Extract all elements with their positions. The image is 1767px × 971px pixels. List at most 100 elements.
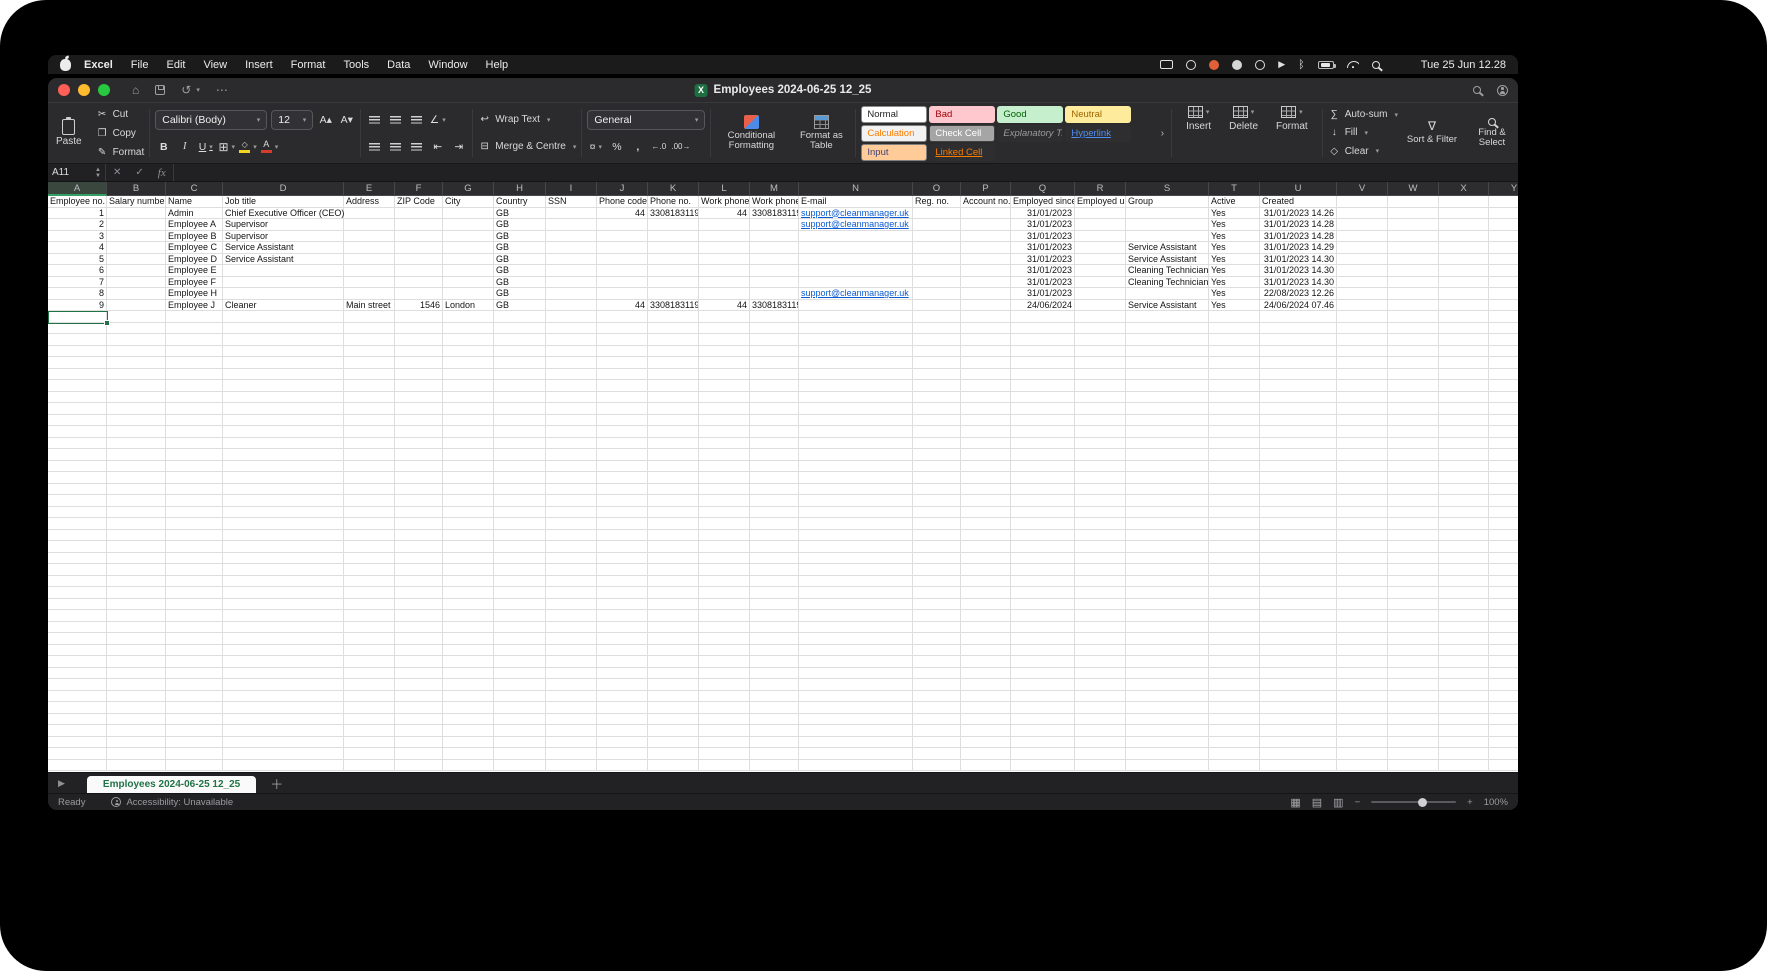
cell-B3[interactable] <box>107 219 166 231</box>
cell-K1[interactable]: Phone no. <box>648 196 699 208</box>
cell-I14[interactable] <box>546 346 597 358</box>
cell-O13[interactable] <box>913 334 961 346</box>
cell-K34[interactable] <box>648 576 699 588</box>
cell-S39[interactable] <box>1126 633 1209 645</box>
column-header-U[interactable]: U <box>1260 182 1337 196</box>
cell-F45[interactable] <box>395 702 443 714</box>
cell-X6[interactable] <box>1439 254 1489 266</box>
cell-X33[interactable] <box>1439 564 1489 576</box>
normal-view-icon[interactable]: ▦ <box>1290 796 1300 809</box>
cell-U5[interactable]: 31/01/2023 14.29 <box>1260 242 1337 254</box>
cell-I4[interactable] <box>546 231 597 243</box>
cell-O35[interactable] <box>913 587 961 599</box>
cell-W30[interactable] <box>1388 530 1439 542</box>
cell-D34[interactable] <box>223 576 344 588</box>
cell-T33[interactable] <box>1209 564 1260 576</box>
cell-I2[interactable] <box>546 208 597 220</box>
cell-X23[interactable] <box>1439 449 1489 461</box>
cell-L20[interactable] <box>699 415 750 427</box>
cell-R3[interactable] <box>1075 219 1126 231</box>
cell-D27[interactable] <box>223 495 344 507</box>
cell-W48[interactable] <box>1388 737 1439 749</box>
cell-T46[interactable] <box>1209 714 1260 726</box>
cell-E39[interactable] <box>344 633 395 645</box>
cell-B19[interactable] <box>107 403 166 415</box>
cell-V40[interactable] <box>1337 645 1388 657</box>
cell-G14[interactable] <box>443 346 494 358</box>
cell-F11[interactable] <box>395 311 443 323</box>
cell-A47[interactable] <box>48 725 107 737</box>
cell-U37[interactable] <box>1260 610 1337 622</box>
cell-H15[interactable] <box>494 357 546 369</box>
cell-P28[interactable] <box>961 507 1011 519</box>
cell-H7[interactable]: GB <box>494 265 546 277</box>
column-header-F[interactable]: F <box>395 182 443 196</box>
cell-I22[interactable] <box>546 438 597 450</box>
cell-S48[interactable] <box>1126 737 1209 749</box>
cell-R17[interactable] <box>1075 380 1126 392</box>
cell-I38[interactable] <box>546 622 597 634</box>
cell-W20[interactable] <box>1388 415 1439 427</box>
cell-W3[interactable] <box>1388 219 1439 231</box>
cell-D48[interactable] <box>223 737 344 749</box>
cell-H2[interactable]: GB <box>494 208 546 220</box>
cell-E24[interactable] <box>344 461 395 473</box>
cell-V4[interactable] <box>1337 231 1388 243</box>
cell-H3[interactable]: GB <box>494 219 546 231</box>
cell-N15[interactable] <box>799 357 913 369</box>
cell-X1[interactable] <box>1439 196 1489 208</box>
cell-O41[interactable] <box>913 656 961 668</box>
cell-B39[interactable] <box>107 633 166 645</box>
cell-H5[interactable]: GB <box>494 242 546 254</box>
cell-N3[interactable]: support@cleanmanager.uk <box>799 219 913 231</box>
cell-R9[interactable] <box>1075 288 1126 300</box>
cell-A36[interactable] <box>48 599 107 611</box>
cell-P40[interactable] <box>961 645 1011 657</box>
cell-I44[interactable] <box>546 691 597 703</box>
cell-G9[interactable] <box>443 288 494 300</box>
cell-J24[interactable] <box>597 461 648 473</box>
cell-L43[interactable] <box>699 679 750 691</box>
shield-icon[interactable] <box>1255 60 1265 70</box>
cell-Q39[interactable] <box>1011 633 1075 645</box>
cell-N19[interactable] <box>799 403 913 415</box>
cell-U31[interactable] <box>1260 541 1337 553</box>
cell-D32[interactable] <box>223 553 344 565</box>
cell-X4[interactable] <box>1439 231 1489 243</box>
cell-U3[interactable]: 31/01/2023 14.28 <box>1260 219 1337 231</box>
cell-Y45[interactable] <box>1489 702 1518 714</box>
cell-N9[interactable]: support@cleanmanager.uk <box>799 288 913 300</box>
cell-name-box[interactable]: A11 ▲▼ <box>48 164 106 181</box>
cell-J22[interactable] <box>597 438 648 450</box>
cell-K25[interactable] <box>648 472 699 484</box>
cell-G41[interactable] <box>443 656 494 668</box>
cell-J45[interactable] <box>597 702 648 714</box>
cell-R4[interactable] <box>1075 231 1126 243</box>
zoom-level[interactable]: 100% <box>1484 797 1508 808</box>
cell-A33[interactable] <box>48 564 107 576</box>
cell-Q41[interactable] <box>1011 656 1075 668</box>
cell-O20[interactable] <box>913 415 961 427</box>
cell-Q2[interactable]: 31/01/2023 <box>1011 208 1075 220</box>
cell-G16[interactable] <box>443 369 494 381</box>
cell-F50[interactable] <box>395 760 443 772</box>
cell-O3[interactable] <box>913 219 961 231</box>
cell-Q16[interactable] <box>1011 369 1075 381</box>
cell-C42[interactable] <box>166 668 223 680</box>
cell-Q17[interactable] <box>1011 380 1075 392</box>
cell-F46[interactable] <box>395 714 443 726</box>
cell-O12[interactable] <box>913 323 961 335</box>
cell-K37[interactable] <box>648 610 699 622</box>
cell-S7[interactable]: Cleaning Technician <box>1126 265 1209 277</box>
cell-J48[interactable] <box>597 737 648 749</box>
cell-A41[interactable] <box>48 656 107 668</box>
cell-E1[interactable]: Address <box>344 196 395 208</box>
cell-N48[interactable] <box>799 737 913 749</box>
cell-K21[interactable] <box>648 426 699 438</box>
cell-X30[interactable] <box>1439 530 1489 542</box>
cell-H42[interactable] <box>494 668 546 680</box>
cell-U28[interactable] <box>1260 507 1337 519</box>
cell-Q47[interactable] <box>1011 725 1075 737</box>
cell-B33[interactable] <box>107 564 166 576</box>
cell-Y4[interactable] <box>1489 231 1518 243</box>
